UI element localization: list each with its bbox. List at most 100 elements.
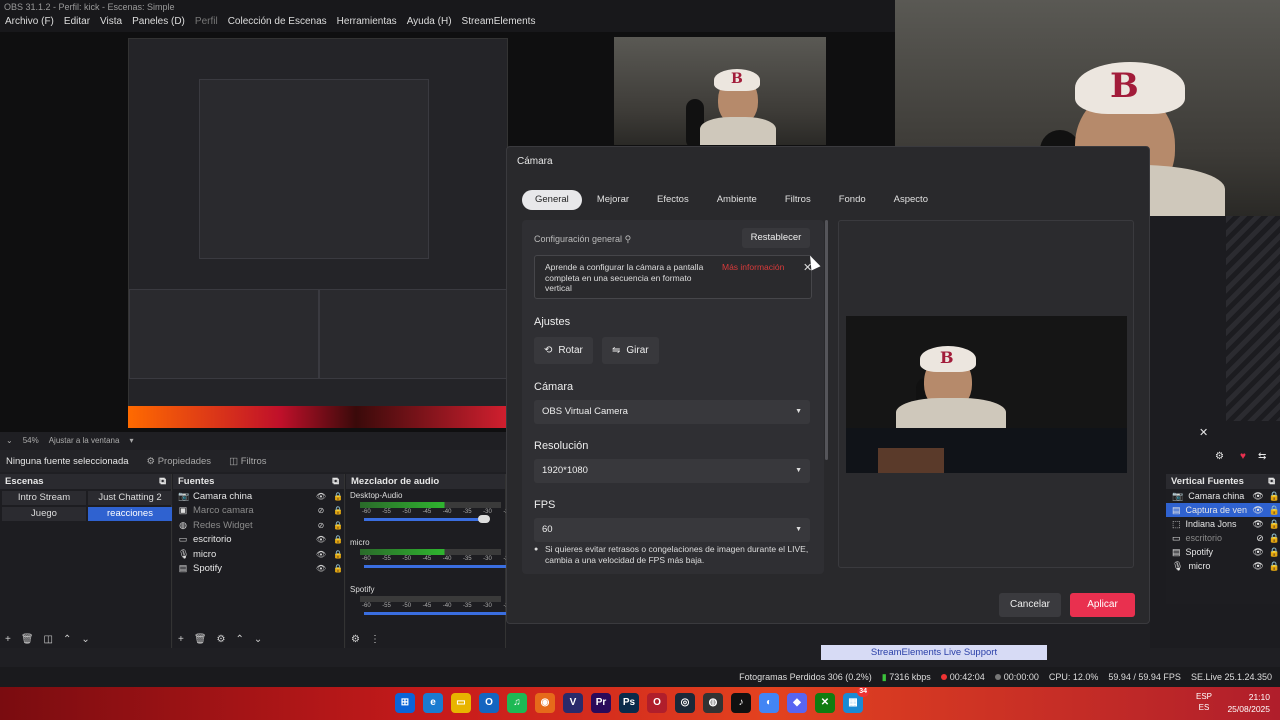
lock-icon[interactable]: 🔒 <box>332 550 344 559</box>
lock-icon[interactable]: 🔒 <box>1269 533 1280 544</box>
dock-float-icon[interactable]: ⧉ <box>1268 476 1275 487</box>
eye-icon[interactable]: 👁 <box>315 564 327 573</box>
eye-off-icon[interactable]: ⊘ <box>315 506 327 515</box>
apply-button[interactable]: Aplicar <box>1070 593 1135 617</box>
source-item[interactable]: ▭ escritorio 👁 🔒 <box>173 533 344 548</box>
delete-icon[interactable]: 🗑 <box>194 634 207 645</box>
discord-icon[interactable]: ◆ <box>787 693 807 713</box>
scene-reacciones[interactable]: reacciones <box>88 507 172 521</box>
volume-slider[interactable] <box>364 515 490 523</box>
scene-juego[interactable]: Juego <box>2 507 86 521</box>
gear-icon[interactable]: ⚙ <box>217 634 226 645</box>
scene-intro-stream[interactable]: Intro Stream <box>2 491 86 505</box>
gear-icon[interactable]: ⚙ <box>1215 451 1224 462</box>
store-icon[interactable]: ▦ 34 <box>843 687 869 713</box>
move-down-icon[interactable]: ⌄ <box>81 634 89 645</box>
steam-icon[interactable]: ◎ <box>675 693 695 713</box>
properties-button[interactable]: ⚙ Propiedades <box>147 456 212 467</box>
resolution-select[interactable]: 1920*1080 ▼ <box>534 459 810 483</box>
flip-button[interactable]: ⇋ Girar <box>602 337 659 364</box>
tab-filtros[interactable]: Filtros <box>772 190 824 210</box>
lock-icon[interactable]: 🔒 <box>332 564 344 573</box>
menu-vista[interactable]: Vista <box>100 16 122 30</box>
rotate-button[interactable]: ⟲ Rotar <box>534 337 593 364</box>
language-indicator[interactable]: ESP ES <box>1196 691 1212 713</box>
tab-fondo[interactable]: Fondo <box>826 190 879 210</box>
outlook-icon[interactable]: O <box>479 693 499 713</box>
eye-icon[interactable]: 👁 <box>1252 519 1263 530</box>
share-icon[interactable]: ⇆ <box>1258 451 1266 462</box>
dock-float-icon[interactable]: ⧉ <box>332 476 339 487</box>
menu-streamelements[interactable]: StreamElements <box>462 16 536 30</box>
menu-archivo[interactable]: Archivo (F) <box>5 16 54 30</box>
zoom-down-icon[interactable]: ⌄ <box>6 436 13 445</box>
windows-start-icon[interactable]: ⊞ <box>395 693 415 713</box>
tab-aspecto[interactable]: Aspecto <box>881 190 941 210</box>
move-up-icon[interactable]: ⌃ <box>63 634 71 645</box>
eye-off-icon[interactable]: ⊘ <box>1256 533 1264 544</box>
fps-select[interactable]: 60 ▼ <box>534 518 810 542</box>
lock-icon[interactable]: 🔒 <box>1269 547 1280 558</box>
lock-icon[interactable]: 🔒 <box>332 506 344 515</box>
filters-button[interactable]: ◫ Filtros <box>229 456 267 467</box>
zoom-level[interactable]: 54% <box>23 436 39 445</box>
scene-just-chatting-2[interactable]: Just Chatting 2 <box>88 491 172 505</box>
vertical-source-item[interactable]: ▤ Spotify 👁 🔒 <box>1166 545 1280 559</box>
lock-icon[interactable]: 🔒 <box>1269 561 1280 572</box>
camera-select[interactable]: OBS Virtual Camera ▼ <box>534 400 810 424</box>
folder-icon[interactable]: ▭ <box>451 693 471 713</box>
lock-icon[interactable]: 🔒 <box>1269 491 1280 502</box>
source-item[interactable]: ▣ Marco camara ⊘ 🔒 <box>173 504 344 519</box>
menu-coleccion[interactable]: Colección de Escenas <box>228 16 327 30</box>
eye-icon[interactable]: 👁 <box>1252 561 1263 572</box>
menu-perfil[interactable]: Perfil <box>195 16 218 30</box>
more-info-link[interactable]: Más información <box>722 262 784 272</box>
menu-ayuda[interactable]: Ayuda (H) <box>407 16 452 30</box>
source-item[interactable]: ▤ Spotify 👁 🔒 <box>173 562 344 577</box>
vertical-source-item[interactable]: 🎙 micro 👁 🔒 <box>1166 559 1280 573</box>
settings-scrollbar[interactable] <box>825 220 828 460</box>
tiktok-icon[interactable]: ♪ <box>731 693 751 713</box>
obs-icon[interactable]: ◍ <box>703 693 723 713</box>
reset-button[interactable]: Restablecer <box>742 228 810 248</box>
close-icon[interactable]: ✕ <box>1199 426 1208 439</box>
mixer-settings-icon[interactable]: ⚙ <box>351 634 360 645</box>
vegas-icon[interactable]: V <box>563 693 583 713</box>
volume-slider[interactable] <box>364 612 514 615</box>
eye-icon[interactable]: 👁 <box>1252 505 1263 516</box>
kebab-menu-icon[interactable]: ⋮ <box>370 634 380 645</box>
xbox-icon[interactable]: ✕ <box>815 693 835 713</box>
chrome-icon[interactable]: ◐ <box>759 693 779 713</box>
menu-editar[interactable]: Editar <box>64 16 90 30</box>
filter-icon[interactable]: ◫ <box>44 634 53 645</box>
premiere-icon[interactable]: Pr <box>591 693 611 713</box>
tab-efectos[interactable]: Efectos <box>644 190 702 210</box>
fit-window[interactable]: Ajustar a la ventana <box>49 436 120 445</box>
add-icon[interactable]: + <box>178 634 184 645</box>
add-icon[interactable]: + <box>5 634 11 645</box>
lock-icon[interactable]: 🔒 <box>1269 505 1280 516</box>
cancel-button[interactable]: Cancelar <box>999 593 1061 617</box>
edge-icon[interactable]: e <box>423 693 443 713</box>
lock-icon[interactable]: 🔒 <box>332 492 344 501</box>
vertical-source-item[interactable]: ⬚ Indiana Jons 👁 🔒 <box>1166 517 1280 531</box>
streamelements-support-button[interactable]: StreamElements Live Support <box>821 645 1047 660</box>
slider-knob[interactable] <box>478 515 490 523</box>
menu-herramientas[interactable]: Herramientas <box>337 16 397 30</box>
heart-icon[interactable]: ♥ <box>1240 451 1246 462</box>
vertical-source-item[interactable]: 📷 Camara china 👁 🔒 <box>1166 489 1280 503</box>
source-item[interactable]: 🎙 micro 👁 🔒 <box>173 547 344 562</box>
menu-paneles[interactable]: Paneles (D) <box>132 16 185 30</box>
source-item[interactable]: 📷 Camara china 👁 🔒 <box>173 489 344 504</box>
opera-icon[interactable]: O <box>647 693 667 713</box>
photoshop-icon[interactable]: Ps <box>619 693 639 713</box>
tab-mejorar[interactable]: Mejorar <box>584 190 642 210</box>
vertical-source-item[interactable]: ▤ Captura de ven 👁 🔒 <box>1166 503 1280 517</box>
tab-general[interactable]: General <box>522 190 582 210</box>
lock-icon[interactable]: 🔒 <box>332 521 344 530</box>
eye-icon[interactable]: 👁 <box>315 535 327 544</box>
vertical-source-item[interactable]: ▭ escritorio ⊘ 🔒 <box>1166 531 1280 545</box>
lock-icon[interactable]: 🔒 <box>1269 519 1280 530</box>
dock-float-icon[interactable]: ⧉ <box>159 476 166 487</box>
clock[interactable]: 21:10 25/08/2025 <box>1227 691 1270 715</box>
